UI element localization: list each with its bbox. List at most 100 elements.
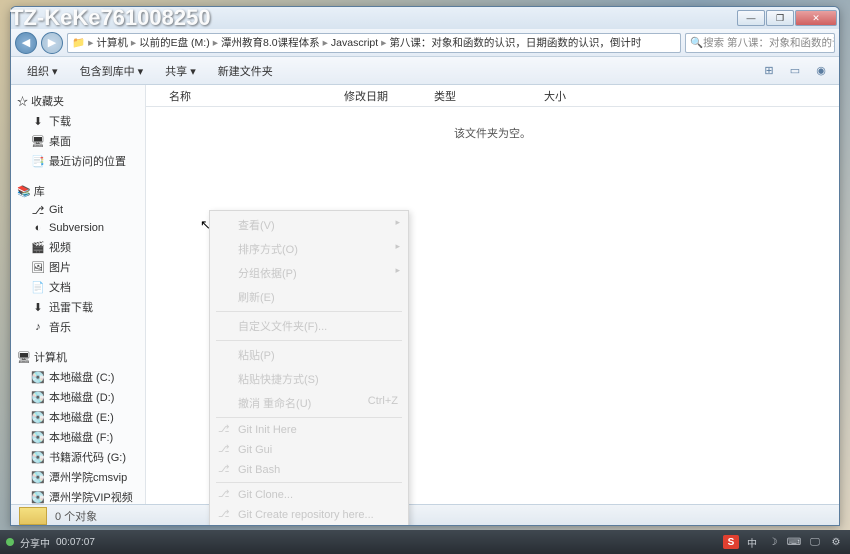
- address-bar[interactable]: 📁 ▸ 计算机 ▸ 以前的E盘 (M:) ▸ 潭州教育8.0课程体系 ▸ Jav…: [67, 33, 681, 53]
- sidebar-item-label: 书籍源代码 (G:): [49, 449, 126, 465]
- sidebar-item-pc-2[interactable]: 💽本地磁盘 (E:): [11, 407, 145, 427]
- breadcrumb-item[interactable]: 第八课：对象和函数的认识，日期函数的认识，倒计时: [389, 35, 641, 50]
- sidebar-item-icon: 💽: [31, 450, 45, 464]
- context-menu-item-13[interactable]: ⎇ Git Bash: [212, 460, 406, 480]
- sidebar-item-label: 迅雷下载: [49, 299, 93, 315]
- sidebar-pc-header[interactable]: 🖥 计算机: [11, 347, 145, 367]
- context-menu-label: Git Init Here: [238, 424, 297, 436]
- preview-icon[interactable]: ▭: [785, 62, 805, 80]
- sidebar-item-pc-0[interactable]: 💽本地磁盘 (C:): [11, 367, 145, 387]
- breadcrumb-item[interactable]: Javascript: [331, 37, 378, 49]
- context-menu-label: 查看(V): [238, 217, 275, 233]
- sidebar-item-lib-0[interactable]: ⎇Git: [11, 201, 145, 219]
- sidebar-item-label: 本地磁盘 (C:): [49, 369, 114, 385]
- new-folder-button[interactable]: 新建文件夹: [210, 61, 281, 81]
- context-menu-item-3[interactable]: 刷新(E): [212, 285, 406, 309]
- sidebar-item-fav-1[interactable]: 🖥桌面: [11, 131, 145, 151]
- sidebar-item-fav-0[interactable]: ⬇下载: [11, 111, 145, 131]
- context-menu-label: Git Create repository here...: [238, 509, 374, 521]
- sidebar-item-lib-4[interactable]: 📄文档: [11, 277, 145, 297]
- context-menu-label: 粘贴快捷方式(S): [238, 371, 319, 387]
- folder-icon: [19, 507, 47, 525]
- context-menu-item-0[interactable]: 查看(V): [212, 213, 406, 237]
- sidebar-item-lib-5[interactable]: ⬇迅雷下载: [11, 297, 145, 317]
- maximize-button[interactable]: ❐: [766, 10, 794, 26]
- sidebar-item-icon: 📄: [31, 280, 45, 294]
- sidebar-item-label: 图片: [49, 259, 71, 275]
- context-menu-item-11[interactable]: ⎇ Git Init Here: [212, 420, 406, 440]
- context-menu-item-17[interactable]: 🐢TortoiseGit: [212, 525, 406, 526]
- monitor-icon[interactable]: 🖵: [807, 535, 823, 549]
- context-menu-label: Git Bash: [238, 464, 280, 476]
- sidebar-item-label: 潭州学院VIP视频: [49, 489, 133, 504]
- ime-icon[interactable]: S: [723, 535, 739, 549]
- content-area: ☆ 收藏夹⬇下载🖥桌面📑最近访问的位置 📚 库⎇Git◐Subversion🎬视…: [11, 85, 839, 504]
- status-count: 0 个对象: [55, 508, 97, 524]
- system-tray: S 中 ☽ ⌨ 🖵 ⚙: [723, 535, 844, 549]
- context-menu-item-1[interactable]: 排序方式(O): [212, 237, 406, 261]
- context-menu-icon: ⎇: [218, 464, 232, 478]
- sidebar-item-label: 下载: [49, 113, 71, 129]
- back-button[interactable]: ◀: [15, 32, 37, 54]
- search-input[interactable]: 🔍 搜索 第八课：对象和函数的认识...: [685, 33, 835, 53]
- close-button[interactable]: ✕: [795, 10, 837, 26]
- sidebar-item-lib-2[interactable]: 🎬视频: [11, 237, 145, 257]
- sidebar-item-pc-6[interactable]: 💽潭州学院VIP视频: [11, 487, 145, 504]
- sidebar-lib-header[interactable]: 📚 库: [11, 181, 145, 201]
- context-menu-label: 排序方式(O): [238, 241, 298, 257]
- context-menu-separator: [216, 311, 402, 312]
- sidebar-item-fav-2[interactable]: 📑最近访问的位置: [11, 151, 145, 171]
- sidebar-item-pc-3[interactable]: 💽本地磁盘 (F:): [11, 427, 145, 447]
- sidebar-item-label: 音乐: [49, 319, 71, 335]
- sidebar-item-pc-1[interactable]: 💽本地磁盘 (D:): [11, 387, 145, 407]
- context-menu-item-2[interactable]: 分组依据(P): [212, 261, 406, 285]
- moon-icon[interactable]: ☽: [765, 535, 781, 549]
- context-menu-item-16[interactable]: ⎇ Git Create repository here...: [212, 505, 406, 525]
- forward-button[interactable]: ▶: [41, 32, 63, 54]
- sidebar-fav-header[interactable]: ☆ 收藏夹: [11, 91, 145, 111]
- column-date[interactable]: 修改日期: [336, 88, 426, 104]
- breadcrumb-item[interactable]: 计算机: [96, 35, 128, 50]
- column-name[interactable]: 名称: [161, 88, 336, 104]
- column-type[interactable]: 类型: [426, 88, 536, 104]
- cursor-icon: ↖: [200, 217, 211, 233]
- sidebar-item-icon: 🎬: [31, 240, 45, 254]
- sidebar-item-lib-6[interactable]: ♪ 音乐: [11, 317, 145, 337]
- context-menu-icon: ⎇: [218, 424, 232, 438]
- share-status[interactable]: 分享中 00:07:07: [6, 535, 95, 550]
- sidebar-item-label: 本地磁盘 (F:): [49, 429, 113, 445]
- sidebar-item-pc-4[interactable]: 💽 书籍源代码 (G:): [11, 447, 145, 467]
- help-icon[interactable]: ◉: [811, 62, 831, 80]
- context-menu-item-8[interactable]: 粘贴快捷方式(S): [212, 367, 406, 391]
- context-menu-label: 分组依据(P): [238, 265, 297, 281]
- context-menu-icon: ⎇: [218, 509, 232, 523]
- context-menu-item-15[interactable]: ⎇Git Clone...: [212, 485, 406, 505]
- context-menu-item-5[interactable]: 自定义文件夹(F)...: [212, 314, 406, 338]
- sidebar-item-lib-3[interactable]: 🖼图片: [11, 257, 145, 277]
- view-icon[interactable]: ⊞: [759, 62, 779, 80]
- share-menu[interactable]: 共享 ▾: [157, 61, 204, 81]
- columns-header: 名称 修改日期 类型 大小: [146, 85, 839, 107]
- statusbar: 0 个对象: [11, 504, 839, 526]
- column-size[interactable]: 大小: [536, 88, 596, 104]
- sidebar-item-pc-5[interactable]: 💽潭州学院cmsvip: [11, 467, 145, 487]
- breadcrumb-item[interactable]: 潭州教育8.0课程体系: [221, 35, 320, 50]
- context-menu-label: 刷新(E): [238, 289, 275, 305]
- gear-icon[interactable]: ⚙: [828, 535, 844, 549]
- breadcrumb-item[interactable]: 以前的E盘 (M:): [139, 35, 210, 50]
- organize-menu[interactable]: 组织 ▾: [19, 61, 66, 81]
- context-menu-item-9[interactable]: 撤消 重命名(U)Ctrl+Z: [212, 391, 406, 415]
- explorer-window: — ❐ ✕ ◀ ▶ 📁 ▸ 计算机 ▸ 以前的E盘 (M:) ▸ 潭州教育8.0…: [10, 6, 840, 526]
- sidebar-item-icon: 💽: [31, 410, 45, 424]
- keyboard-icon[interactable]: ⌨: [786, 535, 802, 549]
- lang-icon[interactable]: 中: [744, 535, 760, 549]
- include-menu[interactable]: 包含到库中 ▾: [72, 61, 152, 81]
- context-menu-item-12[interactable]: ⎇Git Gui: [212, 440, 406, 460]
- context-menu-icon: ⎇: [218, 489, 232, 503]
- file-list-area[interactable]: 名称 修改日期 类型 大小 该文件夹为空。 ↖ 查看(V)排序方式(O)分组依据…: [146, 85, 839, 504]
- breadcrumb-sep: ▸: [88, 37, 93, 49]
- minimize-button[interactable]: —: [737, 10, 765, 26]
- sidebar-item-lib-1[interactable]: ◐Subversion: [11, 219, 145, 237]
- sidebar-item-icon: ♪: [31, 320, 45, 334]
- context-menu-item-7[interactable]: 粘贴(P): [212, 343, 406, 367]
